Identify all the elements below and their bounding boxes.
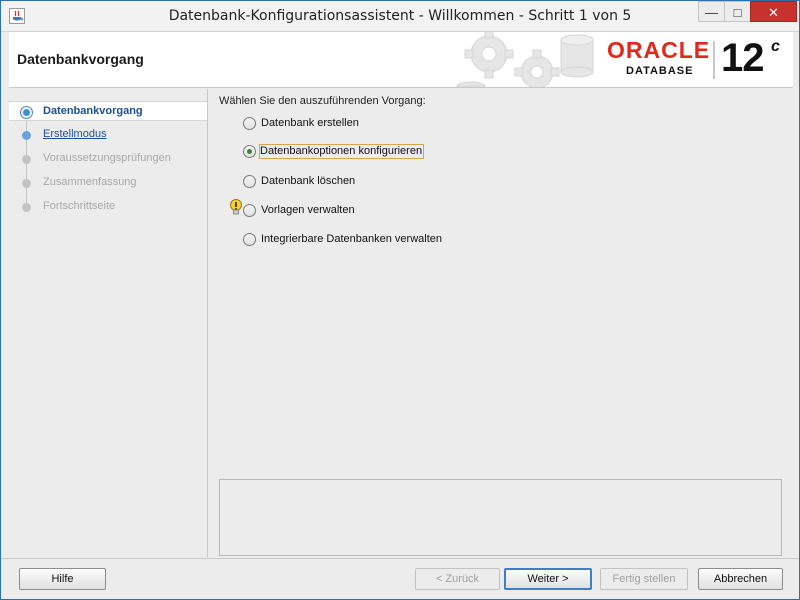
nav-step-label: Voraussetzungsprüfungen [43, 152, 171, 164]
hint-bulb-icon[interactable] [229, 199, 243, 217]
step-indicator-icon [22, 131, 31, 140]
operation-prompt: Wählen Sie den auszuführenden Vorgang: [219, 95, 426, 107]
title-bar[interactable]: Datenbank-Konfigurationsassistent - Will… [1, 1, 799, 32]
nav-step-erstellmodus[interactable]: Erstellmodus [9, 125, 207, 145]
option-label[interactable]: Vorlagen verwalten [260, 204, 356, 216]
nav-step-label: Datenbankvorgang [43, 105, 143, 117]
next-button[interactable]: Weiter > [504, 568, 592, 590]
maximize-button[interactable]: □ [724, 1, 751, 22]
dbca-window: Datenbank-Konfigurationsassistent - Will… [0, 0, 800, 600]
step-indicator-icon [20, 106, 33, 119]
page-title: Datenbankvorgang [17, 51, 144, 67]
close-button[interactable]: ✕ [750, 1, 797, 22]
window-title: Datenbank-Konfigurationsassistent - Will… [168, 8, 632, 24]
gears-database-graphic [456, 32, 594, 87]
details-panel [219, 479, 782, 556]
button-bar: Hilfe < Zurück Weiter > Fertig stellen A… [1, 558, 799, 599]
step-indicator-icon [22, 155, 31, 164]
logo-divider [713, 41, 715, 79]
nav-step-label: Erstellmodus [43, 128, 107, 140]
radio-button[interactable] [243, 204, 256, 217]
step-indicator-icon [22, 203, 31, 212]
version-number: 12 [721, 36, 764, 80]
version-suffix: c [771, 38, 780, 55]
nav-step-label: Fortschrittseite [43, 200, 116, 212]
nav-step-zusammenfassung: Zusammenfassung [9, 173, 207, 193]
radio-button[interactable] [243, 233, 256, 246]
cancel-button[interactable]: Abbrechen [698, 568, 783, 590]
minimize-button[interactable]: — [698, 1, 725, 22]
oracle-logo-text: ORACLE [607, 37, 711, 63]
step-navigation: Datenbankvorgang Erstellmodus Voraussetz… [9, 89, 208, 557]
radio-button[interactable] [243, 175, 256, 188]
nav-step-datenbankvorgang[interactable]: Datenbankvorgang [9, 101, 207, 121]
option-label[interactable]: Datenbank erstellen [260, 117, 360, 129]
finish-button: Fertig stellen [600, 568, 688, 590]
radio-button-selected[interactable] [243, 145, 256, 158]
header-banner: Datenbankvorgang ORACLE DATABASE 12 c [9, 32, 793, 88]
step-indicator-icon [22, 179, 31, 188]
option-label[interactable]: Datenbank löschen [260, 175, 356, 187]
option-label[interactable]: Integrierbare Datenbanken verwalten [260, 233, 443, 245]
option-label[interactable]: Datenbankoptionen konfigurieren [259, 144, 425, 159]
help-button[interactable]: Hilfe [19, 568, 106, 590]
operation-panel: Wählen Sie den auszuführenden Vorgang: D… [219, 95, 781, 475]
nav-step-fortschrittseite: Fortschrittseite [9, 197, 207, 217]
radio-button[interactable] [243, 117, 256, 130]
oracle-database-text: DATABASE [626, 65, 694, 77]
nav-step-voraussetzungspruefungen: Voraussetzungsprüfungen [9, 149, 207, 169]
back-button: < Zurück [415, 568, 500, 590]
nav-step-label: Zusammenfassung [43, 176, 137, 188]
